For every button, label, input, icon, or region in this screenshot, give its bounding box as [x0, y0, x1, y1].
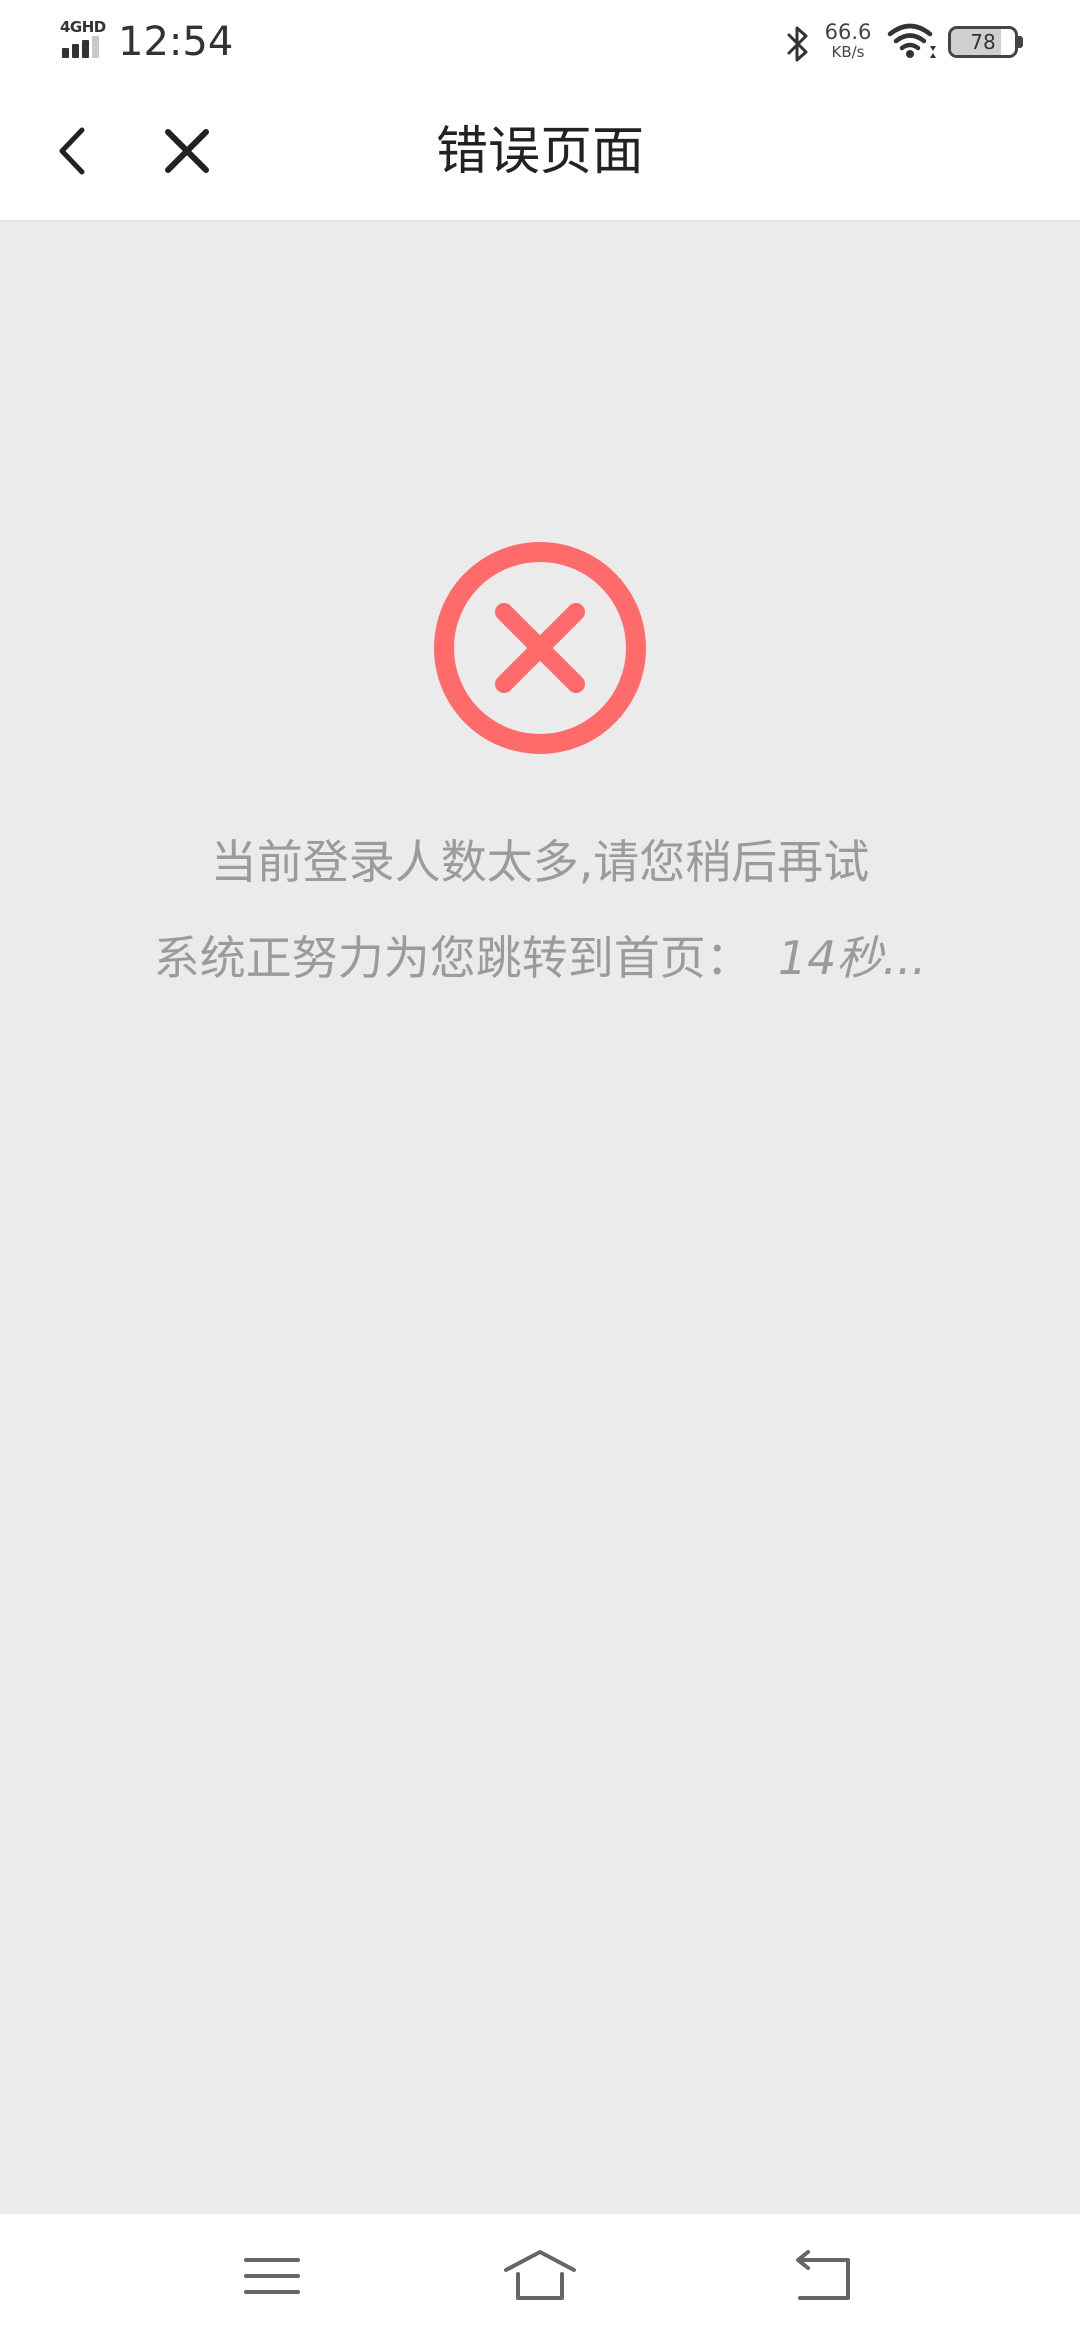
- bluetooth-icon: [787, 26, 808, 62]
- battery-level: 78: [970, 30, 996, 54]
- error-message: 当前登录人数太多,请您稍后再试: [210, 835, 870, 889]
- battery-icon: 78: [948, 26, 1018, 58]
- home-icon[interactable]: [500, 2244, 580, 2308]
- status-time: 12:54: [118, 19, 234, 65]
- page-title: 错误页面: [435, 122, 644, 182]
- status-bar: 4GHD 12:54 66.6 KB/s 78: [0, 0, 1080, 84]
- network-speed: 66.6 KB/s: [824, 20, 872, 61]
- back-icon[interactable]: [784, 2244, 864, 2308]
- menu-icon[interactable]: [232, 2244, 312, 2308]
- signal-icon: 4GHD: [60, 20, 110, 62]
- wifi-icon: [887, 23, 936, 58]
- redirect-text: 系统正努力为您跳转到首页：: [153, 931, 752, 985]
- system-nav-bar: [0, 2214, 1080, 2340]
- redirect-notice: 系统正努力为您跳转到首页： 14秒...: [0, 928, 1080, 988]
- network-type: 4GHD: [60, 18, 106, 36]
- nav-bar: 错误页面: [0, 84, 1080, 221]
- error-circle-x-icon: [434, 542, 646, 754]
- redirect-countdown: 14秒...: [777, 931, 927, 985]
- battery-tip: [1018, 36, 1023, 48]
